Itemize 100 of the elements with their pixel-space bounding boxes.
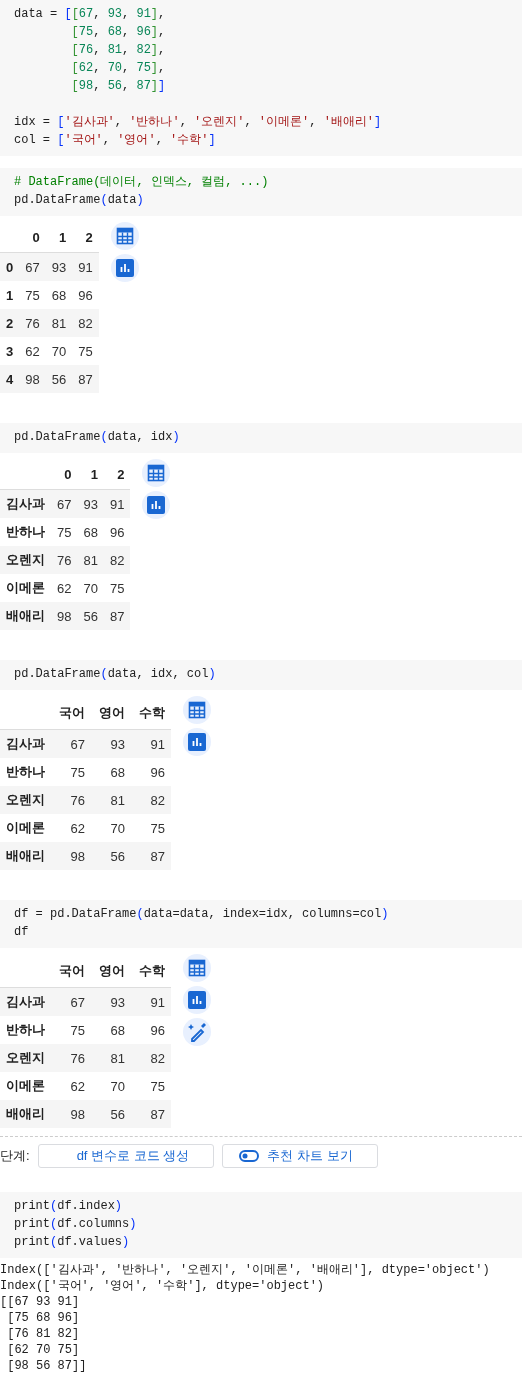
table-cell: 87 bbox=[131, 1100, 171, 1128]
table-cell: 87 bbox=[131, 842, 171, 870]
table-cell: 67 bbox=[51, 987, 91, 1016]
column-header: 국어 bbox=[51, 696, 91, 730]
table-cell: 70 bbox=[45, 337, 73, 365]
grid-icon bbox=[147, 464, 166, 482]
table-cell: 75 bbox=[103, 574, 131, 602]
row-header: 0 bbox=[0, 252, 20, 281]
table-cell: 67 bbox=[19, 252, 46, 281]
table-cell: 96 bbox=[103, 518, 131, 546]
table-cell: 62 bbox=[19, 337, 46, 365]
row-header: 이메론 bbox=[0, 574, 51, 602]
table-cell: 98 bbox=[51, 1100, 91, 1128]
next-steps-label: 단계: bbox=[0, 1147, 30, 1165]
table-cell: 91 bbox=[103, 489, 131, 518]
column-header: 1 bbox=[77, 459, 104, 490]
table-cell: 93 bbox=[77, 489, 104, 518]
column-header: 0 bbox=[19, 222, 46, 253]
recommended-charts-button[interactable]: 추천 차트 보기 bbox=[222, 1144, 378, 1168]
row-header: 김사과 bbox=[0, 489, 51, 518]
table-view-button[interactable] bbox=[110, 222, 139, 250]
table-cell: 70 bbox=[91, 1072, 131, 1100]
table-cell: 75 bbox=[131, 1072, 171, 1100]
output-text: Index(['김사과', '반하나', '오렌지', '이메론', '배애리'], dtype='object') Index(['국어', '영어', '수학'], dtype='object') [[67 93 91] [75 68 96] [76 81 82] [62 70 75] [98 56 87]] bbox=[0, 1262, 491, 1374]
table-cell: 75 bbox=[72, 337, 99, 365]
table-cell: 82 bbox=[103, 546, 131, 574]
table-cell: 82 bbox=[72, 309, 99, 337]
table-cell: 93 bbox=[91, 987, 131, 1016]
table-cell: 82 bbox=[131, 1044, 171, 1072]
table-cell: 76 bbox=[51, 546, 78, 574]
table-cell: 82 bbox=[131, 786, 171, 814]
chart-button[interactable] bbox=[142, 491, 171, 519]
table-cell: 67 bbox=[51, 489, 78, 518]
row-header: 김사과 bbox=[0, 729, 51, 758]
table-cell: 81 bbox=[45, 309, 73, 337]
table-cell: 62 bbox=[51, 1072, 91, 1100]
row-header: 4 bbox=[0, 365, 20, 393]
row-header: 반하나 bbox=[0, 518, 51, 546]
table-cell: 68 bbox=[91, 758, 131, 786]
table-cell: 98 bbox=[19, 365, 46, 393]
table-cell: 91 bbox=[131, 729, 171, 758]
table-cell: 91 bbox=[131, 987, 171, 1016]
table-cell: 68 bbox=[91, 1016, 131, 1044]
table-cell: 96 bbox=[131, 1016, 171, 1044]
row-header: 1 bbox=[0, 281, 20, 309]
column-header: 영어 bbox=[91, 954, 131, 988]
bar-chart-icon bbox=[115, 259, 134, 277]
table-cell: 62 bbox=[51, 814, 91, 842]
row-header: 배애리 bbox=[0, 602, 51, 630]
toggle-icon bbox=[239, 1150, 260, 1162]
bar-chart-icon bbox=[188, 991, 206, 1009]
table-cell: 96 bbox=[131, 758, 171, 786]
table-cell: 98 bbox=[51, 842, 91, 870]
row-header: 3 bbox=[0, 337, 20, 365]
row-header: 김사과 bbox=[0, 987, 51, 1016]
column-header: 수학 bbox=[131, 696, 171, 730]
table-cell: 70 bbox=[91, 814, 131, 842]
table-view-button[interactable] bbox=[183, 954, 211, 982]
table-cell: 56 bbox=[45, 365, 73, 393]
table-cell: 70 bbox=[77, 574, 104, 602]
table-cell: 81 bbox=[77, 546, 104, 574]
table-cell: 93 bbox=[45, 252, 73, 281]
table-cell: 76 bbox=[51, 786, 91, 814]
table-cell: 81 bbox=[91, 1044, 131, 1072]
table-cell: 68 bbox=[45, 281, 73, 309]
grid-icon bbox=[188, 959, 206, 977]
row-header: 반하나 bbox=[0, 758, 51, 786]
magic-wand-icon bbox=[187, 1022, 207, 1042]
table-cell: 96 bbox=[72, 281, 99, 309]
row-header: 이메론 bbox=[0, 1072, 51, 1100]
table-cell: 75 bbox=[51, 758, 91, 786]
chart-button[interactable] bbox=[183, 986, 211, 1014]
chart-button[interactable] bbox=[110, 254, 139, 282]
table-cell: 76 bbox=[19, 309, 46, 337]
chart-button[interactable] bbox=[183, 728, 211, 756]
row-header: 2 bbox=[0, 309, 20, 337]
generate-code-button[interactable]: df 변수로 코드 생성 bbox=[37, 1144, 215, 1168]
table-view-button[interactable] bbox=[183, 696, 211, 724]
column-header: 1 bbox=[45, 222, 73, 253]
table-cell: 68 bbox=[77, 518, 104, 546]
row-header: 배애리 bbox=[0, 842, 51, 870]
table-view-button[interactable] bbox=[142, 459, 171, 487]
row-header: 오렌지 bbox=[0, 546, 51, 574]
magic-button[interactable] bbox=[183, 1018, 211, 1046]
row-header: 이메론 bbox=[0, 814, 51, 842]
grid-icon bbox=[115, 227, 134, 245]
grid-icon bbox=[188, 701, 206, 719]
column-header: 국어 bbox=[51, 954, 91, 988]
table-cell: 76 bbox=[51, 1044, 91, 1072]
bar-chart-icon bbox=[147, 496, 166, 514]
row-header: 배애리 bbox=[0, 1100, 51, 1128]
table-cell: 75 bbox=[131, 814, 171, 842]
table-cell: 56 bbox=[77, 602, 104, 630]
column-header: 영어 bbox=[91, 696, 131, 730]
table-cell: 56 bbox=[91, 1100, 131, 1128]
table-cell: 75 bbox=[51, 1016, 91, 1044]
table-cell: 81 bbox=[91, 786, 131, 814]
column-header: 2 bbox=[103, 459, 131, 490]
column-header: 2 bbox=[72, 222, 99, 253]
row-header: 반하나 bbox=[0, 1016, 51, 1044]
